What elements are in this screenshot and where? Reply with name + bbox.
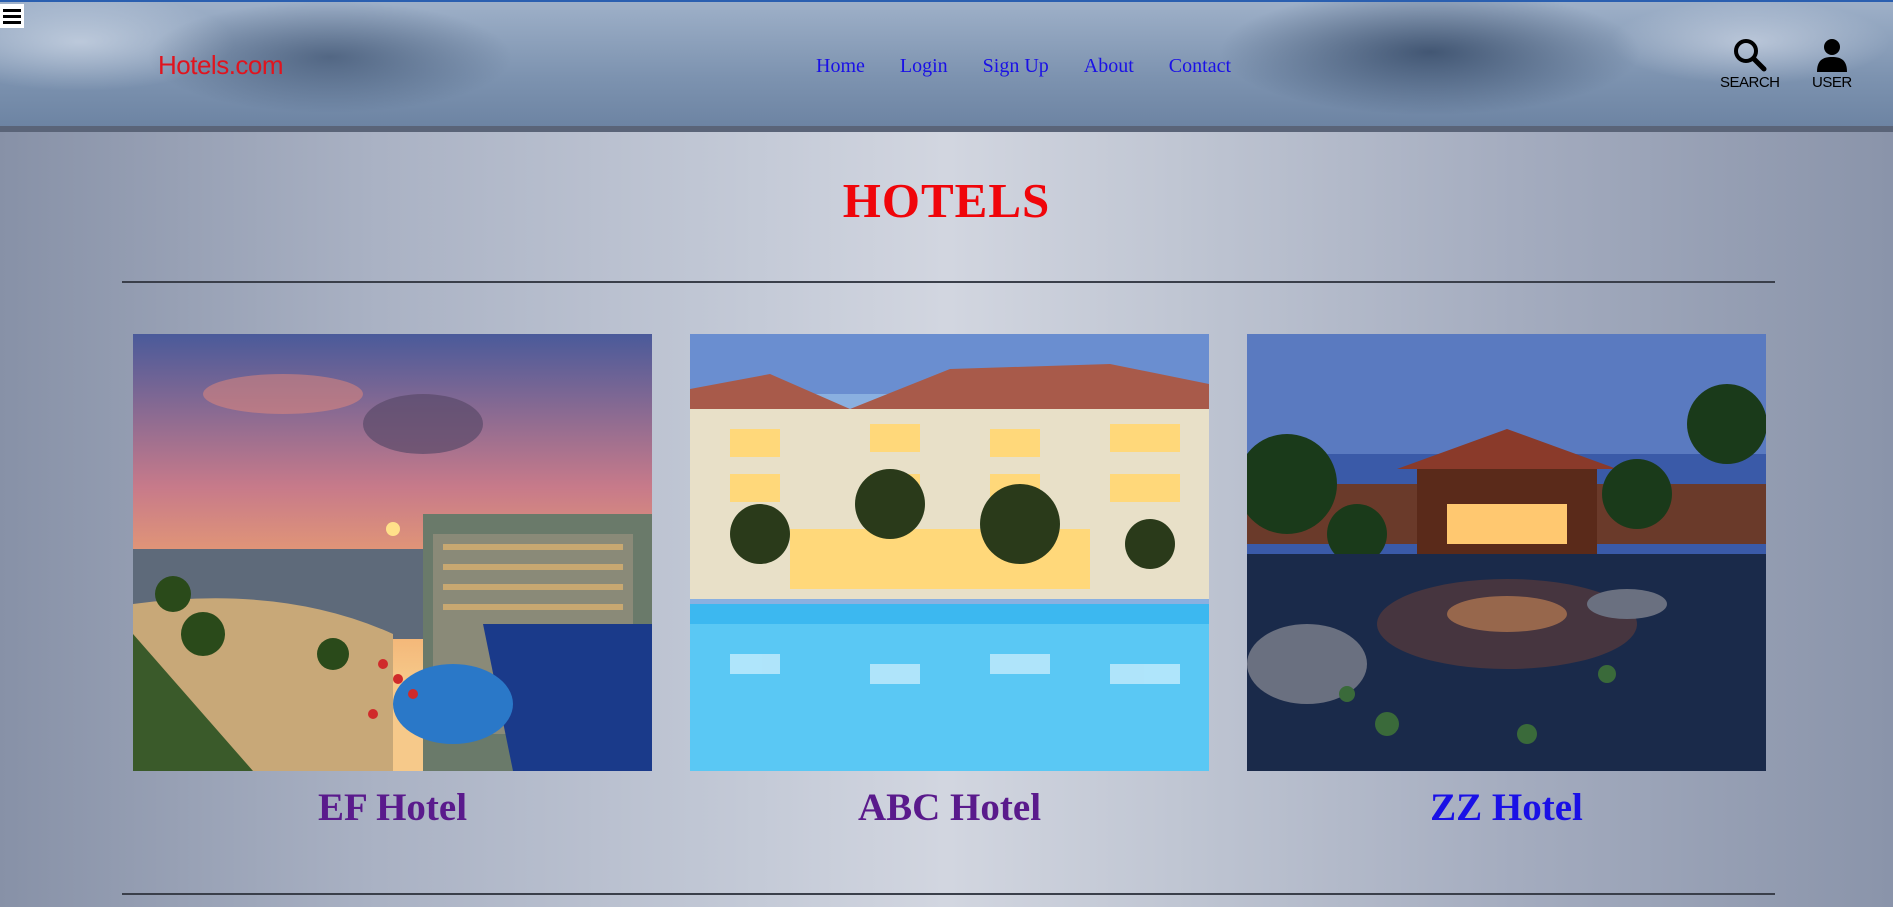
hotel-name[interactable]: ABC Hotel <box>690 785 1209 830</box>
nav-about-link[interactable]: About <box>1084 55 1134 78</box>
nav-home-link[interactable]: Home <box>816 55 865 78</box>
search-button[interactable]: SEARCH <box>1720 38 1780 91</box>
page-title: HOTELS <box>842 173 1051 228</box>
nav-contact-link[interactable]: Contact <box>1169 55 1231 78</box>
hotel-image[interactable] <box>1247 334 1766 771</box>
search-label: SEARCH <box>1720 74 1780 91</box>
search-icon <box>1733 39 1767 72</box>
logo[interactable]: Hotels.com <box>158 50 284 81</box>
divider <box>122 281 1775 283</box>
divider <box>122 893 1775 895</box>
hotel-card-zz[interactable]: ZZ Hotel <box>1247 334 1766 830</box>
user-icon <box>1816 39 1847 72</box>
user-button[interactable]: USER <box>1812 38 1852 91</box>
hotel-name[interactable]: EF Hotel <box>133 785 652 830</box>
hotel-card-ef[interactable]: EF Hotel <box>133 334 652 830</box>
hotel-card-abc[interactable]: ABC Hotel <box>690 334 1209 830</box>
menu-icon[interactable] <box>0 4 24 28</box>
header: Hotels.com Home Login Sign Up About Cont… <box>0 0 1893 132</box>
hotel-name[interactable]: ZZ Hotel <box>1247 785 1766 830</box>
nav-signup-link[interactable]: Sign Up <box>983 55 1049 78</box>
hotel-image[interactable] <box>133 334 652 771</box>
nav-login-link[interactable]: Login <box>900 55 948 78</box>
hotel-image[interactable] <box>690 334 1209 771</box>
user-label: USER <box>1812 74 1852 91</box>
main-nav: Home Login Sign Up About Contact <box>816 55 1231 78</box>
